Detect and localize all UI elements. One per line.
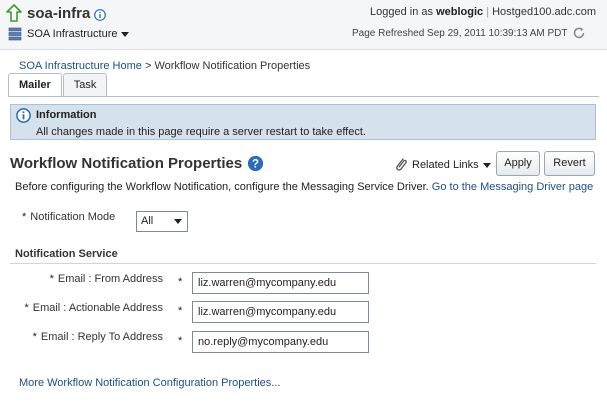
apply-button[interactable]: Apply bbox=[496, 151, 540, 176]
section-divider bbox=[10, 263, 596, 264]
tab-bar: Mailer Task bbox=[8, 73, 108, 97]
host-label: Host bbox=[492, 6, 515, 18]
tab-task[interactable]: Task bbox=[62, 73, 108, 96]
more-properties-link[interactable]: More Workflow Notification Configuration… bbox=[19, 377, 280, 389]
actionable-address-text: Email : Actionable Address bbox=[32, 302, 163, 314]
notification-service-heading: Notification Service bbox=[15, 248, 118, 260]
app-title-row: soa-infra bbox=[6, 4, 107, 22]
reply-to-address-text: Email : Reply To Address bbox=[40, 331, 163, 343]
page-refreshed-text: Page Refreshed Sep 29, 2011 10:39:13 AM … bbox=[352, 27, 568, 39]
information-icon bbox=[16, 108, 31, 123]
breadcrumb: SOA Infrastructure Home > Workflow Notif… bbox=[19, 60, 310, 72]
messaging-driver-link[interactable]: Go to the Messaging Driver page bbox=[432, 181, 593, 193]
notification-mode-text: Notification Mode bbox=[30, 211, 116, 223]
breadcrumb-current: Workflow Notification Properties bbox=[154, 60, 311, 72]
soa-infrastructure-icon bbox=[8, 27, 22, 41]
page-header: soa-infra SOA Infrastructure Logged in a… bbox=[0, 0, 607, 50]
actionable-address-label: * Email : Actionable Address bbox=[24, 302, 163, 314]
breadcrumb-separator: > bbox=[144, 60, 152, 72]
link-icon bbox=[396, 158, 407, 171]
notification-mode-label: * Notification Mode bbox=[22, 211, 115, 223]
from-address-text: Email : From Address bbox=[57, 273, 163, 285]
related-links-menu[interactable]: Related Links bbox=[394, 157, 491, 173]
breadcrumb-home-link[interactable]: SOA Infrastructure Home bbox=[19, 60, 142, 72]
target-menu-label: SOA Infrastructure bbox=[27, 28, 118, 40]
related-links-label: Related Links bbox=[412, 159, 479, 171]
target-menu[interactable]: SOA Infrastructure bbox=[8, 27, 130, 41]
refresh-info: Page Refreshed Sep 29, 2011 10:39:13 AM … bbox=[352, 26, 586, 40]
page-description: Before configuring the Workflow Notifica… bbox=[15, 181, 593, 193]
info-icon[interactable] bbox=[94, 8, 107, 21]
tab-mailer[interactable]: Mailer bbox=[8, 73, 62, 97]
required-mark: * bbox=[178, 335, 183, 347]
page-title: Workflow Notification Properties ? bbox=[10, 155, 264, 172]
required-mark: * bbox=[32, 331, 37, 343]
up-arrow-icon[interactable] bbox=[6, 4, 22, 22]
notification-mode-select[interactable]: All bbox=[136, 211, 188, 232]
description-text: Before configuring the Workflow Notifica… bbox=[15, 181, 429, 193]
information-message: All changes made in this page require a … bbox=[36, 126, 366, 138]
reply-to-address-label: * Email : Reply To Address bbox=[33, 331, 163, 343]
tab-divider bbox=[8, 96, 599, 97]
from-address-input[interactable]: liz.warren@mycompany.edu bbox=[192, 272, 369, 294]
notification-mode-value: All bbox=[141, 215, 154, 227]
login-info: Logged in as weblogic | Hostged100.adc.c… bbox=[370, 6, 597, 18]
reply-to-address-input[interactable]: no.reply@mycompany.edu bbox=[192, 331, 369, 353]
svg-text:?: ? bbox=[252, 159, 259, 171]
information-title: Information bbox=[36, 109, 97, 121]
from-address-label: * Email : From Address bbox=[50, 273, 163, 285]
actionable-address-input[interactable]: liz.warren@mycompany.edu bbox=[192, 301, 369, 323]
logged-in-label: Logged in as bbox=[370, 6, 433, 18]
required-mark: * bbox=[24, 302, 29, 314]
information-banner: Information All changes made in this pag… bbox=[10, 104, 596, 140]
revert-button[interactable]: Revert bbox=[544, 151, 595, 176]
help-icon[interactable]: ? bbox=[247, 155, 264, 172]
refresh-icon[interactable] bbox=[572, 26, 586, 40]
chevron-down-icon bbox=[174, 219, 182, 224]
app-name: soa-infra bbox=[27, 4, 91, 22]
required-mark: * bbox=[178, 276, 183, 288]
required-mark: * bbox=[49, 273, 54, 285]
chevron-down-icon bbox=[121, 31, 130, 37]
chevron-down-icon bbox=[482, 162, 491, 168]
username: weblogic bbox=[436, 6, 484, 18]
required-mark: * bbox=[178, 305, 183, 317]
required-mark: * bbox=[22, 211, 27, 223]
page-title-text: Workflow Notification Properties bbox=[10, 155, 243, 172]
host-name: ged100.adc.com bbox=[514, 6, 597, 18]
